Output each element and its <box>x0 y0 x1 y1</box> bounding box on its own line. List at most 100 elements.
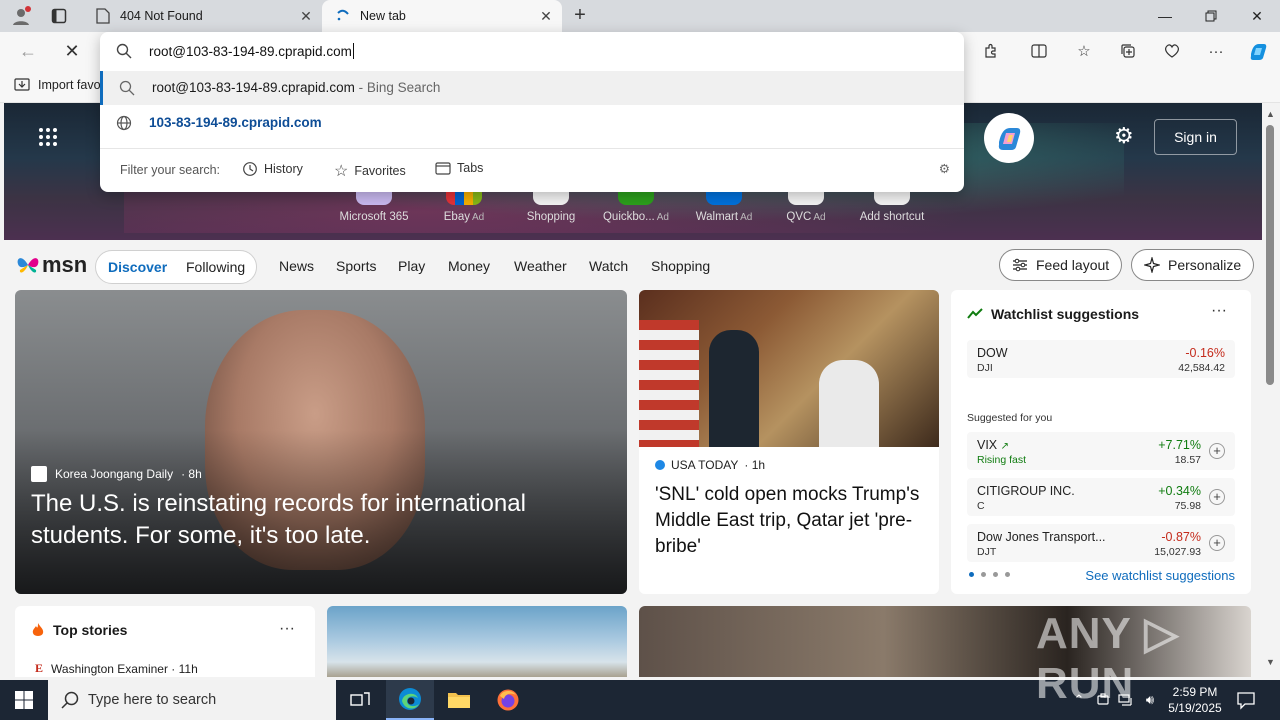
address-dropdown: root@103-83-194-89.cprapid.com root@103-… <box>100 32 964 192</box>
story-card[interactable]: USA TODAY · 1h 'SNL' cold open mocks Tru… <box>639 290 939 594</box>
stock-change: -0.16% <box>1185 346 1225 360</box>
search-settings-icon[interactable]: ⚙ <box>939 161 950 176</box>
loading-icon <box>337 9 349 21</box>
close-icon[interactable]: ✕ <box>298 8 314 24</box>
tab-title: 404 Not Found <box>120 9 203 23</box>
add-to-watchlist-icon[interactable]: + <box>1209 535 1225 551</box>
nav-shopping[interactable]: Shopping <box>651 258 710 274</box>
personalize-button[interactable]: Personalize <box>1131 249 1255 281</box>
sign-in-button[interactable]: Sign in <box>1154 119 1237 155</box>
tab-following[interactable]: Following <box>186 259 245 275</box>
copilot-icon <box>998 128 1021 150</box>
nav-news[interactable]: News <box>279 258 314 274</box>
filter-tabs-label: Tabs <box>457 161 484 175</box>
stock-name: CITIGROUP INC. <box>977 484 1075 498</box>
close-window-button[interactable]: ✕ <box>1234 0 1280 32</box>
search-icon <box>61 691 79 709</box>
sliders-icon <box>1013 258 1027 272</box>
address-value[interactable]: root@103-83-194-89.cprapid.com <box>149 44 352 59</box>
suggestion-item[interactable]: root@103-83-194-89.cprapid.com - Bing Se… <box>100 71 964 105</box>
stock-row-citigroup[interactable]: CITIGROUP INC. C +0.34% 75.98 + <box>967 478 1235 516</box>
more-options-icon[interactable]: ··· <box>279 620 295 638</box>
add-to-watchlist-icon[interactable]: + <box>1209 443 1225 459</box>
story-source[interactable]: E Washington Examiner · 11h <box>35 661 198 676</box>
copilot-button[interactable] <box>984 113 1034 163</box>
minimize-button[interactable]: — <box>1142 0 1188 32</box>
start-button[interactable] <box>0 680 48 720</box>
suggestion-hint: - Bing Search <box>354 80 441 95</box>
page-settings-icon[interactable]: ⚙ <box>1114 123 1134 149</box>
suggestion-item[interactable]: 103-83-194-89.cprapid.com <box>100 106 964 140</box>
new-tab-button[interactable]: + <box>568 4 592 28</box>
filter-favorites[interactable]: ☆ Favorites <box>334 161 406 181</box>
shortcut-label: Microsoft 365 <box>339 211 409 223</box>
stock-row-vix[interactable]: VIX ↗ Rising fast +7.71% 18.57 + <box>967 432 1235 470</box>
stop-button[interactable]: ✕ <box>58 38 86 64</box>
trend-up-icon: ↗ <box>1000 441 1010 452</box>
story-headline[interactable]: 'SNL' cold open mocks Trump's Middle Eas… <box>655 482 925 560</box>
filter-history[interactable]: History <box>242 161 303 177</box>
browser-essentials-icon[interactable] <box>1158 38 1186 64</box>
tab-404[interactable]: 404 Not Found ✕ <box>84 0 322 32</box>
feed-layout-label: Feed layout <box>1036 257 1110 273</box>
taskbar-file-explorer[interactable] <box>435 680 483 720</box>
tab-actions-icon[interactable] <box>46 4 72 28</box>
shortcut-label: Walmart <box>695 211 739 223</box>
more-options-icon[interactable]: ··· <box>1211 302 1227 320</box>
see-watchlist-link[interactable]: See watchlist suggestions <box>1085 568 1235 583</box>
profile-icon[interactable] <box>8 4 34 28</box>
import-favorites-label: Import favo <box>38 78 101 92</box>
tab-title: New tab <box>360 9 406 23</box>
stock-symbol: DJT <box>977 546 997 558</box>
address-bar[interactable]: root@103-83-194-89.cprapid.com <box>100 32 964 70</box>
feed-layout-button[interactable]: Feed layout <box>999 249 1123 281</box>
carousel-dots[interactable] <box>969 572 1010 577</box>
personalize-label: Personalize <box>1168 257 1242 273</box>
collections-icon[interactable] <box>1114 38 1142 64</box>
firefox-icon <box>497 689 519 711</box>
watchlist-title: Watchlist suggestions <box>967 306 1139 322</box>
nav-sports[interactable]: Sports <box>336 258 376 274</box>
stock-row-dow-transport[interactable]: Dow Jones Transport... DJT -0.87% 15,027… <box>967 524 1235 562</box>
vertical-scrollbar[interactable]: ▲ ▼ <box>1262 103 1280 677</box>
featured-story-card[interactable]: Korea Joongang Daily · 8h The U.S. is re… <box>15 290 627 594</box>
more-menu-icon[interactable]: ··· <box>1202 38 1230 64</box>
story-headline[interactable]: The U.S. is reinstating records for inte… <box>31 488 611 552</box>
restore-button[interactable] <box>1188 0 1234 32</box>
task-view-button[interactable] <box>336 680 384 720</box>
taskbar-search[interactable]: Type here to search <box>48 680 336 720</box>
title-bar: 404 Not Found ✕ New tab ✕ + — ✕ <box>0 0 1280 32</box>
game-card[interactable] <box>327 606 627 677</box>
filter-tabs[interactable]: Tabs <box>435 161 483 175</box>
shortcut-label: Ebay <box>443 211 470 223</box>
split-screen-icon[interactable] <box>1025 38 1053 64</box>
ad-label: Ad <box>813 212 826 223</box>
nav-money[interactable]: Money <box>448 258 490 274</box>
taskbar-edge[interactable] <box>386 680 434 720</box>
tab-discover[interactable]: Discover <box>108 259 167 275</box>
history-icon <box>243 162 257 176</box>
shortcut-label: QVC <box>786 211 812 223</box>
watchlist-title-text: Watchlist suggestions <box>991 306 1140 322</box>
nav-play[interactable]: Play <box>398 258 425 274</box>
stock-change: -0.87% <box>1161 530 1201 544</box>
back-button[interactable]: ← <box>14 38 42 64</box>
close-icon[interactable]: ✕ <box>538 8 554 24</box>
extensions-icon[interactable] <box>977 38 1005 64</box>
nav-weather[interactable]: Weather <box>514 258 567 274</box>
msn-logo[interactable]: msn <box>16 252 87 278</box>
scroll-thumb[interactable] <box>1266 125 1274 385</box>
story-age: · 1h <box>744 458 766 472</box>
taskbar-firefox[interactable] <box>484 680 532 720</box>
tab-new-tab[interactable]: New tab ✕ <box>322 0 562 32</box>
stock-symbol: DJI <box>977 362 993 374</box>
story-source: Korea Joongang Daily · 8h <box>31 466 202 482</box>
scroll-up-icon[interactable]: ▲ <box>1266 109 1275 119</box>
app-launcher-icon[interactable] <box>38 127 58 147</box>
nav-watch[interactable]: Watch <box>589 258 628 274</box>
add-to-watchlist-icon[interactable]: + <box>1209 489 1225 505</box>
stock-row-dow[interactable]: DOW DJI -0.16% 42,584.42 <box>967 340 1235 378</box>
favorites-icon[interactable]: ☆ <box>1070 38 1098 64</box>
copilot-icon[interactable] <box>1244 38 1272 64</box>
import-favorites-button[interactable]: Import favo <box>14 78 101 92</box>
